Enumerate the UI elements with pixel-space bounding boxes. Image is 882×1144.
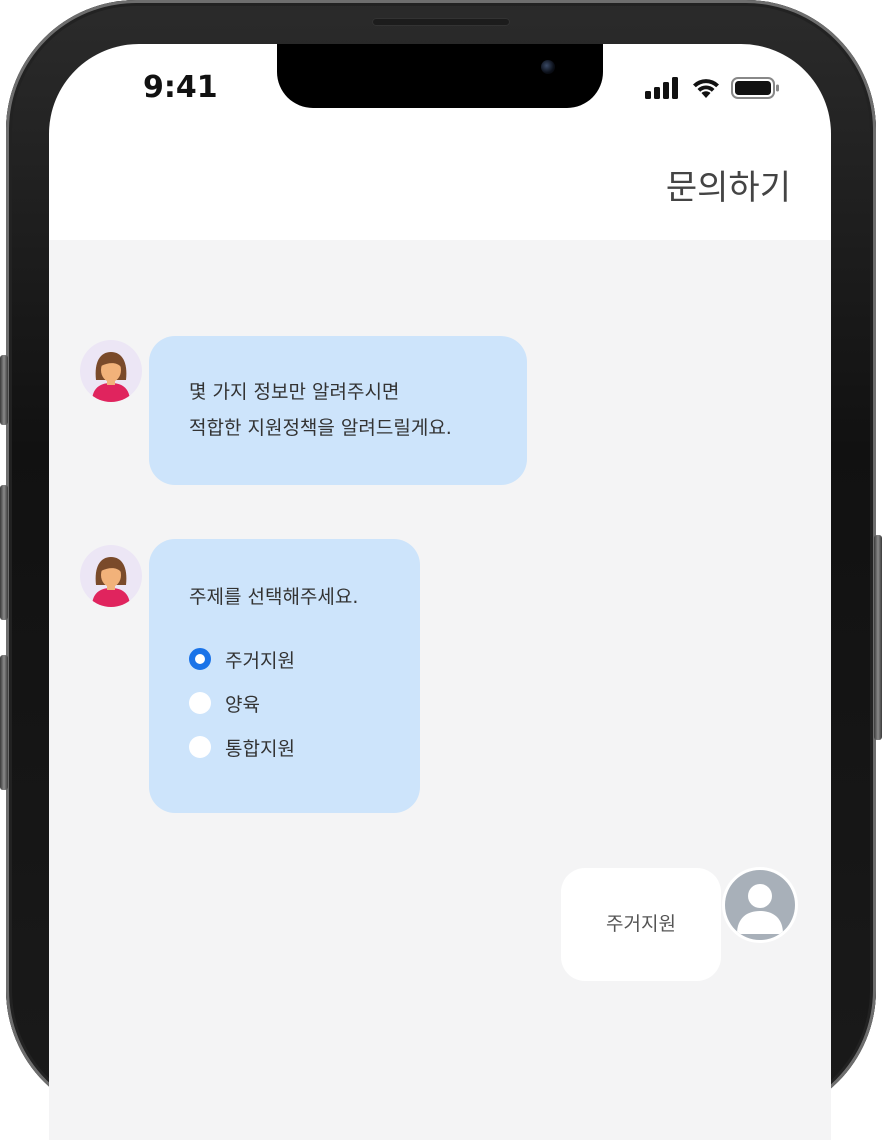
user-message-text: 주거지원 bbox=[606, 913, 676, 935]
status-time: 9:41 bbox=[143, 70, 218, 105]
wifi-icon bbox=[693, 79, 719, 98]
option-childcare[interactable]: 양육 bbox=[189, 681, 295, 725]
battery-icon bbox=[731, 77, 779, 99]
radio-checked-icon[interactable] bbox=[189, 648, 211, 670]
woman-avatar-icon bbox=[92, 352, 130, 402]
volume-up-button bbox=[0, 485, 8, 620]
topic-options: 주거지원 양육 통합지원 bbox=[189, 637, 295, 769]
bot-message-intro: 몇 가지 정보만 알려주시면 적합한 지원정책을 알려드릴게요. bbox=[149, 336, 527, 485]
option-label: 양육 bbox=[225, 693, 260, 716]
option-housing[interactable]: 주거지원 bbox=[189, 637, 295, 681]
user-profile-icon bbox=[737, 884, 783, 934]
intro-line-1: 몇 가지 정보만 알려주시면 bbox=[189, 381, 400, 403]
user-message: 주거지원 bbox=[561, 868, 721, 981]
header: 문의하기 bbox=[49, 140, 831, 240]
bot-avatar bbox=[80, 545, 142, 607]
speaker-grille bbox=[372, 18, 510, 26]
silent-switch bbox=[0, 355, 8, 425]
radio-unchecked-icon[interactable] bbox=[189, 736, 211, 758]
camera-icon bbox=[541, 60, 555, 74]
volume-down-button bbox=[0, 655, 8, 790]
dynamic-island bbox=[277, 44, 603, 108]
power-button bbox=[874, 535, 882, 740]
radio-unchecked-icon[interactable] bbox=[189, 692, 211, 714]
option-integrated[interactable]: 통합지원 bbox=[189, 725, 295, 769]
topic-prompt: 주제를 선택해주세요. bbox=[189, 586, 359, 608]
option-label: 통합지원 bbox=[225, 737, 295, 760]
woman-avatar-icon bbox=[92, 557, 130, 607]
bot-avatar bbox=[80, 340, 142, 402]
user-avatar bbox=[725, 870, 795, 940]
screen: 몇 가지 정보만 알려주시면 적합한 지원정책을 알려드릴게요. 주제를 선택해… bbox=[49, 44, 831, 1144]
page-title: 문의하기 bbox=[665, 168, 791, 208]
option-label: 주거지원 bbox=[225, 649, 295, 672]
status-icons bbox=[645, 76, 781, 100]
chat-area[interactable]: 몇 가지 정보만 알려주시면 적합한 지원정책을 알려드릴게요. 주제를 선택해… bbox=[49, 240, 831, 1140]
bot-message-topic: 주제를 선택해주세요. 주거지원 양육 통합지원 bbox=[149, 539, 420, 813]
signal-icon bbox=[645, 77, 678, 99]
intro-line-2: 적합한 지원정책을 알려드릴게요. bbox=[189, 417, 452, 439]
